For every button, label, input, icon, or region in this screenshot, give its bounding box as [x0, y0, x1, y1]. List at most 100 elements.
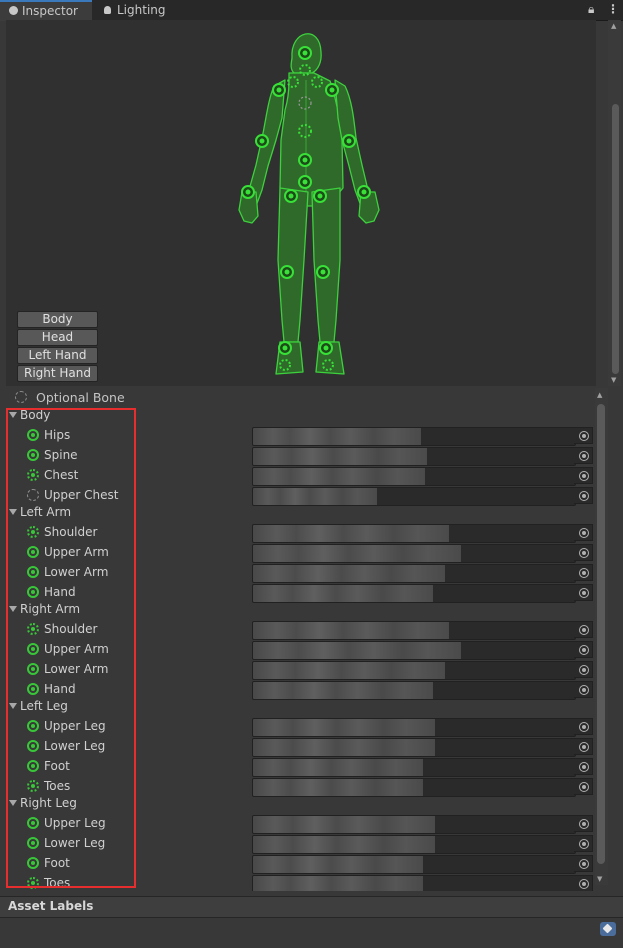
bone-solid-icon	[27, 683, 39, 695]
bone-solid-icon	[27, 760, 39, 772]
picker-target-icon	[579, 491, 589, 501]
bone-object-field[interactable]	[252, 524, 576, 543]
blurred-value	[253, 739, 435, 756]
object-picker-button[interactable]	[574, 661, 593, 678]
object-picker-button[interactable]	[574, 815, 593, 832]
object-picker-button[interactable]	[574, 641, 593, 658]
bone-object-field[interactable]	[252, 427, 576, 446]
bone-object-field[interactable]	[252, 467, 576, 486]
bone-object-field[interactable]	[252, 681, 576, 700]
picker-target-icon	[579, 859, 589, 869]
bone-object-field[interactable]	[252, 447, 576, 466]
info-icon	[9, 6, 18, 15]
group-right-leg[interactable]: Right Leg	[6, 796, 77, 814]
bone-object-field[interactable]	[252, 718, 576, 737]
bone-solid-icon	[27, 857, 39, 869]
bone-solid-icon	[27, 586, 39, 598]
bone-object-field[interactable]	[252, 855, 576, 874]
tab-inspector[interactable]: Inspector	[0, 0, 92, 21]
blurred-value	[253, 585, 433, 602]
group-body[interactable]: Body	[6, 408, 50, 426]
picker-target-icon	[579, 819, 589, 829]
optional-bone-label: Optional Bone	[36, 390, 125, 405]
object-picker-button[interactable]	[574, 427, 593, 444]
bone-object-field[interactable]	[252, 815, 576, 834]
scroll-up-icon[interactable]: ▲	[611, 22, 616, 30]
tab-lighting[interactable]: Lighting	[104, 1, 166, 20]
blurred-value	[253, 816, 435, 833]
bone-name: Toes	[44, 779, 71, 793]
object-picker-button[interactable]	[574, 447, 593, 464]
bone-row-left-toes: Toes	[6, 777, 594, 797]
picker-target-icon	[579, 839, 589, 849]
asset-labels-panel	[0, 917, 623, 948]
bone-object-field[interactable]	[252, 621, 576, 640]
bulb-icon	[104, 5, 111, 14]
object-picker-button[interactable]	[574, 778, 593, 795]
bone-object-field[interactable]	[252, 544, 576, 563]
tab-inspector-label: Inspector	[22, 4, 78, 18]
bone-object-field[interactable]	[252, 641, 576, 660]
object-picker-button[interactable]	[574, 584, 593, 601]
bone-object-field[interactable]	[252, 738, 576, 757]
object-picker-button[interactable]	[574, 544, 593, 561]
object-picker-button[interactable]	[574, 855, 593, 872]
blurred-value	[253, 448, 427, 465]
group-left-leg[interactable]: Left Leg	[6, 699, 68, 717]
picker-target-icon	[579, 588, 589, 598]
group-left-arm[interactable]: Left Arm	[6, 505, 71, 523]
bone-row-chest: Chest	[6, 466, 594, 486]
kebab-menu-icon[interactable]: ⋮	[607, 2, 619, 16]
list-scroll-down-icon[interactable]: ▼	[597, 875, 602, 883]
picker-target-icon	[579, 762, 589, 772]
head-view-button[interactable]: Head	[17, 329, 98, 346]
right-hand-view-button[interactable]: Right Hand	[17, 365, 98, 382]
group-right-arm[interactable]: Right Arm	[6, 602, 80, 620]
object-picker-button[interactable]	[574, 467, 593, 484]
object-picker-button[interactable]	[574, 681, 593, 698]
object-picker-button[interactable]	[574, 524, 593, 541]
object-picker-button[interactable]	[574, 875, 593, 891]
body-view-button[interactable]: Body	[17, 311, 98, 328]
bone-row-hips: Hips	[6, 426, 594, 446]
bone-object-field[interactable]	[252, 584, 576, 603]
bone-object-field[interactable]	[252, 835, 576, 854]
picker-target-icon	[579, 782, 589, 792]
group-label: Right Arm	[20, 602, 81, 616]
bone-object-field[interactable]	[252, 661, 576, 680]
tag-icon[interactable]	[600, 922, 616, 936]
list-scroll-up-icon[interactable]: ▲	[597, 391, 602, 399]
bone-object-field[interactable]	[252, 758, 576, 777]
expand-triangle-icon	[9, 508, 17, 515]
picker-target-icon	[579, 879, 589, 889]
inspector-scrollbar-thumb[interactable]	[612, 104, 619, 374]
bone-list-scrollbar-thumb[interactable]	[597, 404, 605, 864]
bone-object-field[interactable]	[252, 875, 576, 891]
object-picker-button[interactable]	[574, 564, 593, 581]
blurred-value	[253, 468, 425, 485]
bone-object-field[interactable]	[252, 778, 576, 797]
object-picker-button[interactable]	[574, 621, 593, 638]
bone-row-right-upper-leg: Upper Leg	[6, 814, 594, 834]
bone-row-left-foot: Foot	[6, 757, 594, 777]
blurred-value	[253, 622, 449, 639]
asset-labels-header[interactable]: Asset Labels	[0, 896, 623, 917]
bone-solid-icon	[27, 643, 39, 655]
picker-target-icon	[579, 625, 589, 635]
bone-name: Toes	[44, 876, 71, 890]
scroll-down-icon[interactable]: ▼	[611, 376, 616, 384]
object-picker-button[interactable]	[574, 738, 593, 755]
lock-icon[interactable]: 🔒︎	[588, 2, 594, 17]
object-picker-button[interactable]	[574, 835, 593, 852]
bone-row-right-upper-arm: Upper Arm	[6, 640, 594, 660]
bone-solid-icon	[27, 546, 39, 558]
bone-object-field[interactable]	[252, 487, 576, 506]
left-hand-view-button[interactable]: Left Hand	[17, 347, 98, 364]
object-picker-button[interactable]	[574, 718, 593, 735]
bone-optional-assigned-icon	[27, 469, 39, 481]
object-picker-button[interactable]	[574, 758, 593, 775]
bone-object-field[interactable]	[252, 564, 576, 583]
object-picker-button[interactable]	[574, 487, 593, 504]
bone-name: Upper Leg	[44, 719, 106, 733]
bone-optional-assigned-icon	[27, 623, 39, 635]
